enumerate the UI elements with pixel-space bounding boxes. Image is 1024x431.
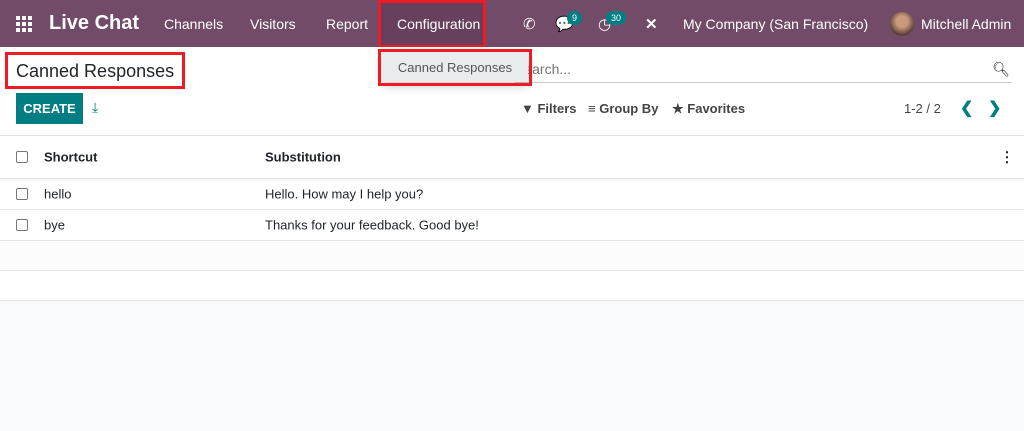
company-switcher[interactable]: My Company (San Francisco) [683,16,868,32]
create-button[interactable]: CREATE [16,93,83,124]
search-bar: 🔍︎ [515,56,1012,83]
pager-value[interactable]: 1-2 / 2 [904,101,941,116]
list-table: Shortcut Substitution ⋮ hello Hello. How… [0,135,1024,301]
table-header: Shortcut Substitution ⋮ [0,136,1024,179]
column-substitution[interactable]: Substitution [265,150,341,165]
chevron-left-icon[interactable]: ❮ [960,98,973,118]
star-icon: ★ [672,101,688,116]
table-row[interactable]: bye Thanks for your feedback. Good bye! [0,210,1024,241]
top-navbar: Live Chat Channels Visitors Report Confi… [0,0,1024,47]
group-by-button[interactable]: ≡ Group By [588,101,658,116]
menu-visitors[interactable]: Visitors [250,16,296,32]
optional-columns-icon[interactable]: ⋮ [1000,149,1014,166]
avatar[interactable] [890,12,914,36]
apps-menu-icon[interactable] [16,16,32,32]
cell-shortcut: hello [44,186,72,202]
select-all-checkbox[interactable] [16,151,28,163]
group-by-label: Group By [599,101,659,116]
filters-button[interactable]: ▼ Filters [521,101,577,116]
cell-substitution: Thanks for your feedback. Good bye! [265,217,479,233]
filters-label: Filters [537,101,577,116]
column-shortcut[interactable]: Shortcut [44,150,97,165]
favorites-label: Favorites [687,101,746,116]
row-checkbox[interactable] [16,188,28,200]
cell-substitution: Hello. How may I help you? [265,186,424,202]
user-menu[interactable]: Mitchell Admin [921,16,1011,32]
table-row[interactable]: hello Hello. How may I help you? [0,179,1024,210]
chevron-right-icon[interactable]: ❯ [988,98,1001,118]
tools-icon[interactable]: ✕ [645,15,658,33]
page-title: Canned Responses [16,61,175,81]
search-icon[interactable]: 🔍︎ [992,61,1010,78]
search-input[interactable] [515,56,975,82]
dropdown-item-canned-responses[interactable]: Canned Responses [382,52,528,82]
empty-row [0,271,1024,301]
download-icon[interactable]: ⤓ [92,99,98,116]
menu-report[interactable]: Report [326,16,368,32]
menu-channels[interactable]: Channels [164,16,223,32]
empty-row [0,241,1024,271]
menu-configuration[interactable]: Configuration [397,16,480,32]
app-name[interactable]: Live Chat [49,12,139,35]
list-icon: ≡ [588,101,600,116]
cell-shortcut: bye [44,217,65,233]
filter-icon: ▼ [521,101,538,116]
phone-icon[interactable]: ✆ [523,15,536,33]
activities-badge: 30 [606,11,627,25]
favorites-button[interactable]: ★ Favorites [672,101,745,117]
messages-badge: 9 [567,11,583,25]
row-checkbox[interactable] [16,219,28,231]
